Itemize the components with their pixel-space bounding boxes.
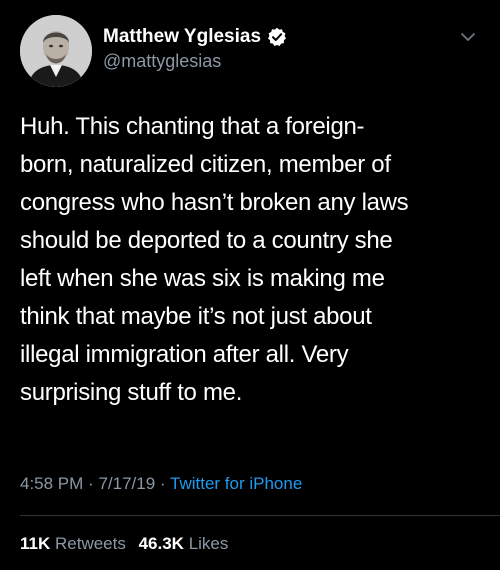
author-name-row[interactable]: Matthew Yglesias — [103, 26, 287, 48]
likes-label: Likes — [188, 534, 229, 553]
author-handle[interactable]: @mattyglesias — [103, 51, 221, 72]
likes-stat[interactable]: 46.3K Likes — [139, 534, 229, 553]
tweet-text: Huh. This chanting that a foreign- born,… — [20, 113, 409, 406]
avatar-portrait-icon — [20, 15, 92, 87]
engagement-stats: 11K Retweets 46.3K Likes — [20, 534, 228, 554]
verified-badge-icon — [267, 27, 287, 47]
tweet-source-link[interactable]: Twitter for iPhone — [170, 474, 302, 493]
author-display-name[interactable]: Matthew Yglesias — [103, 26, 261, 48]
tweet-metadata: 4:58 PM · 7/17/19 · Twitter for iPhone — [20, 474, 302, 494]
retweets-label: Retweets — [54, 534, 126, 553]
meta-separator: · — [159, 474, 166, 493]
chevron-down-icon[interactable] — [458, 27, 478, 47]
avatar[interactable] — [20, 15, 92, 87]
tweet-card: Matthew Yglesias @mattyglesias Huh. This… — [0, 0, 500, 570]
retweets-count: 11K — [20, 534, 51, 553]
meta-separator: · — [88, 474, 94, 493]
likes-count: 46.3K — [138, 534, 184, 553]
tweet-date[interactable]: 7/17/19 — [98, 474, 155, 493]
retweets-stat[interactable]: 11K Retweets — [20, 534, 131, 553]
divider — [20, 515, 500, 516]
tweet-time[interactable]: 4:58 PM — [20, 474, 83, 493]
